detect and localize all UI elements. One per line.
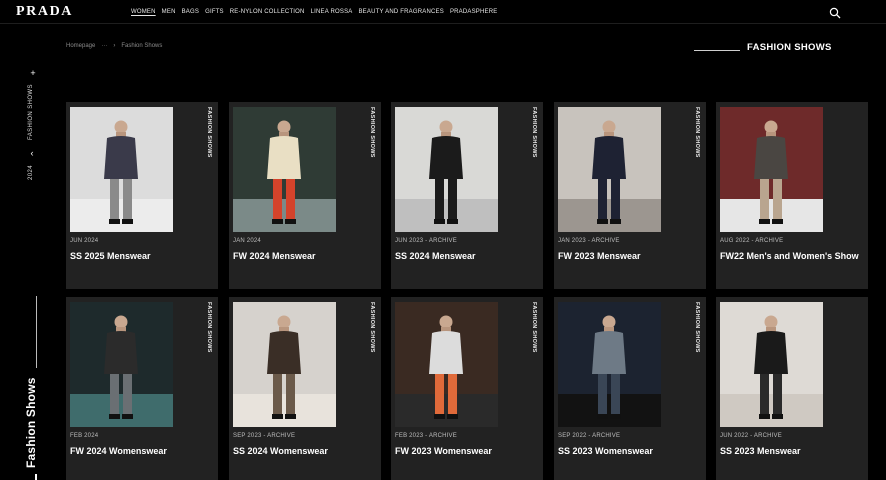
card-title[interactable]: SS 2024 Womenswear [233, 446, 373, 457]
card-date: JUN 2023 - ARCHIVE [395, 238, 457, 244]
card-date: SEP 2022 - ARCHIVE [558, 433, 621, 439]
search-icon[interactable] [829, 7, 841, 19]
fashion-show-card[interactable]: FASHION SHOWS JUN 2024 SS 2025 Menswear [66, 102, 218, 289]
chevron-left-icon[interactable]: ‹ [28, 149, 36, 158]
fashion-show-card[interactable]: FASHION SHOWS FEB 2024 FW 2024 Womenswear [66, 297, 218, 480]
card-date: SEP 2023 - ARCHIVE [233, 433, 296, 439]
nav-item-linea-rossa[interactable]: LINEA ROSSA [311, 9, 353, 15]
fashion-show-card[interactable]: FASHION SHOWS SEP 2022 - ARCHIVE SS 2023 W… [554, 297, 706, 480]
runway-look-image[interactable] [720, 107, 823, 232]
card-title[interactable]: SS 2024 Menswear [395, 251, 535, 262]
card-date: JUN 2022 - ARCHIVE [720, 433, 782, 439]
runway-look-image[interactable] [70, 107, 173, 232]
breadcrumb: Homepage ··· › Fashion Shows [66, 43, 162, 49]
sidebar-scroll-indicator [35, 474, 37, 480]
nav-item-gifts[interactable]: GIFTS [205, 9, 224, 15]
runway-look-image[interactable] [558, 107, 661, 232]
runway-look-image[interactable] [233, 107, 336, 232]
card-title[interactable]: SS 2025 Menswear [70, 251, 210, 262]
expand-plus-icon[interactable]: + [29, 69, 37, 78]
fashion-show-card[interactable]: JUN 2022 - ARCHIVE SS 2023 Menswear [716, 297, 868, 480]
runway-look-image[interactable] [558, 302, 661, 427]
card-date: JUN 2024 [70, 238, 99, 244]
main-nav: WOMEN MEN BAGS GIFTS RE-NYLON COLLECTION… [131, 9, 497, 15]
fashion-show-card[interactable]: FASHION SHOWS FEB 2023 - ARCHIVE FW 2023 W… [391, 297, 543, 480]
fashion-show-card[interactable]: FASHION SHOWS JAN 2024 FW 2024 Menswear [229, 102, 381, 289]
sidebar-year[interactable]: 2024 [28, 165, 34, 180]
card-date: AUG 2022 - ARCHIVE [720, 238, 784, 244]
title-divider [694, 50, 740, 51]
nav-item-pradasphere[interactable]: PRADASPHERE [450, 9, 498, 15]
card-vertical-label: FASHION SHOWS [694, 107, 700, 158]
runway-look-image[interactable] [233, 302, 336, 427]
fashion-show-card[interactable]: FASHION SHOWS JAN 2023 - ARCHIVE FW 2023 M… [554, 102, 706, 289]
card-vertical-label: FASHION SHOWS [694, 302, 700, 353]
card-vertical-label: FASHION SHOWS [206, 107, 212, 158]
top-navigation-bar: PRADA WOMEN MEN BAGS GIFTS RE-NYLON COLL… [0, 0, 886, 24]
card-vertical-label: FASHION SHOWS [369, 107, 375, 158]
card-vertical-label: FASHION SHOWS [531, 107, 537, 158]
card-title[interactable]: SS 2023 Womenswear [558, 446, 698, 457]
runway-look-image[interactable] [720, 302, 823, 427]
fashion-show-card[interactable]: FASHION SHOWS JUN 2023 - ARCHIVE SS 2024 M… [391, 102, 543, 289]
card-title[interactable]: FW22 Men's and Women's Show [720, 251, 860, 262]
nav-item-men[interactable]: MEN [162, 9, 176, 15]
fashion-show-card[interactable]: AUG 2022 - ARCHIVE FW22 Men's and Women's… [716, 102, 868, 289]
card-title[interactable]: FW 2023 Womenswear [395, 446, 535, 457]
card-title[interactable]: FW 2023 Menswear [558, 251, 698, 262]
card-title[interactable]: SS 2023 Menswear [720, 446, 860, 457]
runway-look-image[interactable] [395, 302, 498, 427]
nav-item-women[interactable]: WOMEN [131, 9, 156, 15]
breadcrumb-separator: › [113, 43, 116, 49]
nav-item-bags[interactable]: BAGS [182, 9, 199, 15]
page-title: FASHION SHOWS [747, 42, 832, 53]
sidebar-big-title: Fashion Shows [24, 377, 38, 468]
card-title[interactable]: FW 2024 Menswear [233, 251, 373, 262]
breadcrumb-homepage[interactable]: Homepage [66, 43, 95, 49]
runway-look-image[interactable] [395, 107, 498, 232]
card-vertical-label: FASHION SHOWS [206, 302, 212, 353]
card-date: FEB 2024 [70, 433, 99, 439]
card-date: FEB 2023 - ARCHIVE [395, 433, 457, 439]
nav-item-re-nylon-collection[interactable]: RE-NYLON COLLECTION [230, 9, 305, 15]
card-vertical-label: FASHION SHOWS [531, 302, 537, 353]
card-date: JAN 2023 - ARCHIVE [558, 238, 620, 244]
nav-item-beauty-and-fragrances[interactable]: BEAUTY AND FRAGRANCES [358, 9, 443, 15]
sidebar-divider [36, 296, 37, 368]
prada-logo[interactable]: PRADA [16, 4, 73, 20]
sidebar-section-label: FASHION SHOWS [28, 84, 34, 140]
card-date: JAN 2024 [233, 238, 261, 244]
card-vertical-label: FASHION SHOWS [369, 302, 375, 353]
breadcrumb-current: Fashion Shows [121, 43, 163, 49]
card-title[interactable]: FW 2024 Womenswear [70, 446, 210, 457]
fashion-show-card[interactable]: FASHION SHOWS SEP 2023 - ARCHIVE SS 2024 W… [229, 297, 381, 480]
breadcrumb-ellipsis[interactable]: ··· [101, 43, 107, 49]
runway-look-image[interactable] [70, 302, 173, 427]
